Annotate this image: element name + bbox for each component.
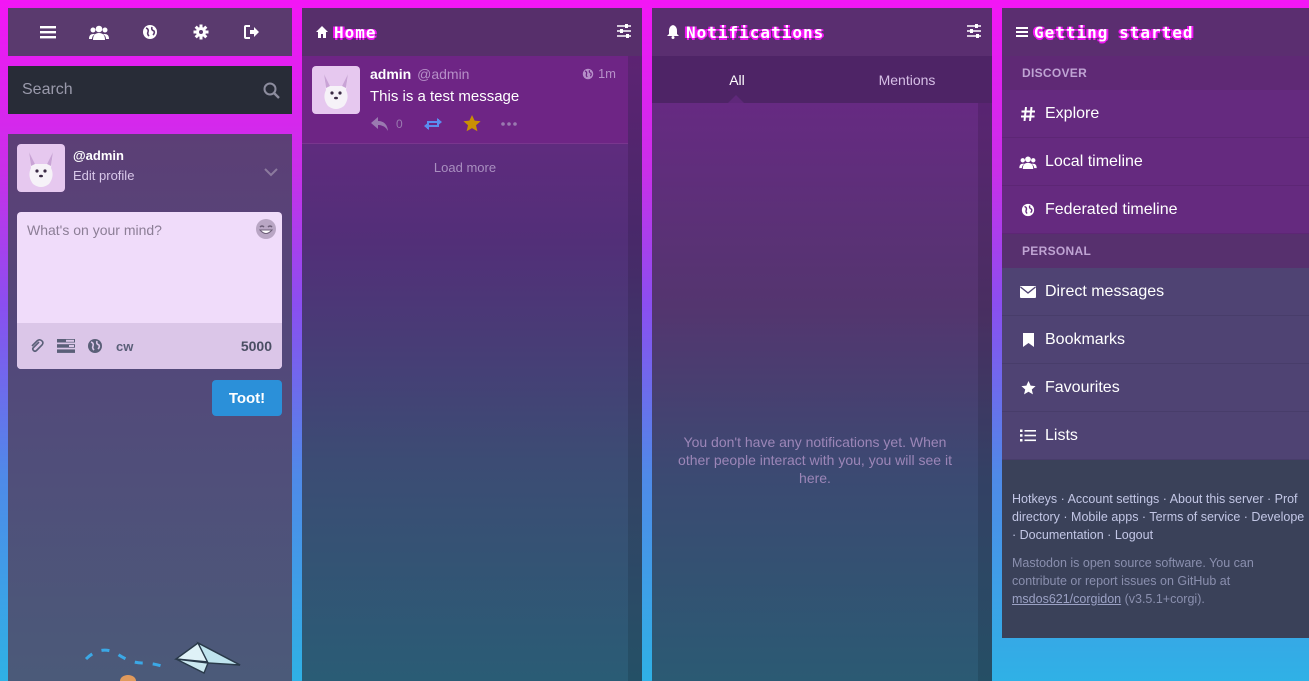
avatar[interactable]	[17, 144, 65, 192]
search-icon[interactable]	[263, 82, 280, 104]
footer-links-line[interactable]: Hotkeys · Account settings · About this …	[1012, 490, 1309, 508]
users-icon	[1019, 153, 1037, 171]
getting-started-footer: Hotkeys · Account settings · About this …	[1002, 460, 1309, 638]
sliders-icon[interactable]	[966, 24, 982, 43]
retweet-icon	[423, 117, 442, 130]
bell-icon	[667, 25, 679, 39]
column-title: Home	[334, 22, 377, 42]
status-display-name[interactable]: admin	[370, 66, 411, 82]
reply-count: 0	[396, 116, 403, 131]
section-label-discover: DISCOVER	[1002, 56, 1309, 90]
scrollbar[interactable]	[978, 103, 992, 681]
status-action-bar: 0	[370, 115, 618, 132]
status-content: This is a test message	[370, 88, 520, 105]
globe-icon[interactable]	[140, 22, 160, 42]
menu-icon	[1016, 27, 1028, 37]
more-options-icon[interactable]	[500, 121, 517, 126]
version-text: (v3.5.1+corgi).	[1124, 592, 1205, 606]
about-text-body: Mastodon is open source software. You ca…	[1012, 556, 1254, 588]
load-more-button[interactable]: Load more	[302, 160, 628, 175]
active-tab-indicator	[728, 95, 744, 103]
home-column: Home admin @admin 1m This is a test mess…	[302, 8, 642, 681]
globe-icon[interactable]	[85, 336, 105, 356]
link-explore[interactable]: Explore	[1002, 90, 1309, 138]
link-label: Bookmarks	[1045, 330, 1126, 348]
column-title: Getting started	[1034, 22, 1194, 42]
star-icon	[1019, 379, 1037, 397]
github-repo-link[interactable]: msdos621/corgidon	[1012, 592, 1121, 606]
notifications-column: Notifications All Mentions You don't hav…	[652, 8, 992, 681]
link-favourites[interactable]: Favourites	[1002, 364, 1309, 412]
gear-icon[interactable]	[191, 22, 211, 42]
link-label: Direct messages	[1045, 282, 1165, 300]
link-label: Lists	[1045, 426, 1078, 444]
column-header[interactable]: Home	[302, 8, 642, 56]
link-direct-messages[interactable]: Direct messages	[1002, 268, 1309, 316]
hashtag-icon	[1019, 105, 1037, 123]
getting-started-column: Getting started DISCOVER Explore Local t…	[1002, 8, 1309, 681]
envelope-icon	[1019, 283, 1037, 301]
link-label: Explore	[1045, 104, 1100, 122]
footer-links-line[interactable]: · Documentation · Logout	[1012, 526, 1309, 544]
boost-button[interactable]	[423, 117, 443, 131]
column-title: Notifications	[686, 22, 825, 42]
link-federated-timeline[interactable]: Federated timeline	[1002, 186, 1309, 234]
globe-icon	[582, 68, 594, 79]
search-input[interactable]	[8, 66, 292, 114]
bookmark-icon	[1019, 331, 1037, 349]
status-time-text: 1m	[597, 66, 616, 81]
character-counter: 5000	[240, 338, 272, 354]
link-bookmarks[interactable]: Bookmarks	[1002, 316, 1309, 364]
link-label: Favourites	[1045, 378, 1120, 396]
users-icon[interactable]	[88, 22, 109, 42]
toot-button[interactable]: Toot!	[212, 380, 282, 416]
chevron-down-icon[interactable]	[264, 164, 278, 182]
drawer-nav-bar	[8, 8, 292, 56]
status-item[interactable]: admin @admin 1m This is a test message 0	[302, 56, 628, 144]
search-box	[8, 66, 292, 114]
empty-notifications-message: You don't have any notifications yet. Wh…	[678, 434, 952, 486]
star-icon	[463, 115, 481, 132]
list-icon	[1019, 427, 1037, 445]
reply-button[interactable]: 0	[370, 116, 403, 132]
about-text: Mastodon is open source software. You ca…	[1012, 554, 1309, 608]
section-label-personal: PERSONAL	[1002, 234, 1309, 268]
link-lists[interactable]: Lists	[1002, 412, 1309, 460]
menu-icon[interactable]	[38, 22, 58, 42]
logout-icon[interactable]	[242, 22, 262, 42]
globe-icon	[1019, 201, 1037, 219]
home-icon	[316, 26, 328, 38]
footer-links-line[interactable]: directory · Mobile apps · Terms of servi…	[1012, 508, 1309, 526]
emoji-picker-icon[interactable]	[255, 218, 277, 240]
paper-plane-illustration	[80, 633, 250, 681]
navigation-bar-profile: @admin Edit profile	[8, 134, 292, 212]
home-timeline: admin @admin 1m This is a test message 0	[302, 56, 642, 681]
compose-panel: @admin Edit profile What's on your mind?…	[8, 134, 292, 681]
compose-column: @admin Edit profile	[8, 8, 292, 681]
reply-icon	[371, 116, 388, 131]
avatar[interactable]	[312, 66, 360, 114]
paperclip-icon[interactable]	[27, 336, 47, 356]
status-account-handle[interactable]: @admin	[417, 66, 469, 82]
link-label: Local timeline	[1045, 152, 1143, 170]
compose-form: cw 5000	[17, 212, 282, 369]
profile-handle[interactable]: @admin	[73, 148, 134, 163]
edit-profile-link[interactable]: Edit profile	[73, 168, 134, 183]
notification-filter-bar: All Mentions	[652, 56, 992, 103]
sliders-icon[interactable]	[616, 24, 632, 43]
favourite-button[interactable]	[463, 115, 481, 132]
compose-textarea[interactable]	[17, 212, 282, 322]
status-timestamp[interactable]: 1m	[582, 66, 616, 81]
column-header: Getting started	[1002, 8, 1309, 56]
link-local-timeline[interactable]: Local timeline	[1002, 138, 1309, 186]
notifications-list: You don't have any notifications yet. Wh…	[652, 103, 992, 681]
tab-mentions[interactable]: Mentions	[822, 56, 992, 103]
column-header[interactable]: Notifications	[652, 8, 992, 56]
footer-links[interactable]: Hotkeys · Account settings · About this …	[1012, 490, 1309, 544]
link-label: Federated timeline	[1045, 200, 1178, 218]
scrollbar[interactable]	[628, 56, 642, 681]
compose-toolbar: cw 5000	[17, 323, 282, 369]
content-warning-button[interactable]: cw	[116, 339, 133, 354]
poll-icon[interactable]	[56, 336, 76, 356]
